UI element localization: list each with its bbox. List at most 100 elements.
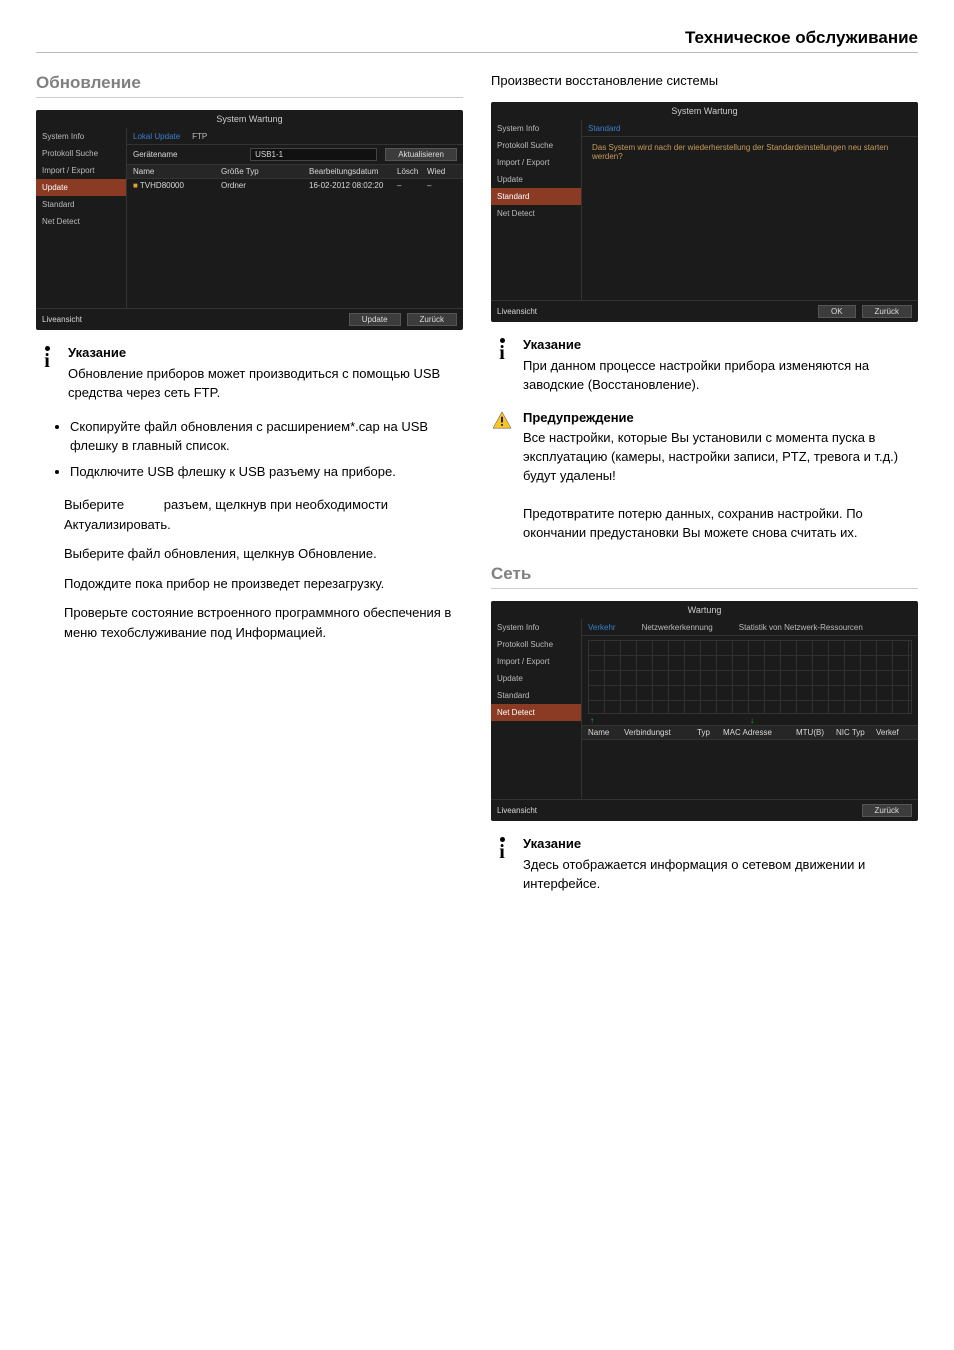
traffic-chart	[588, 640, 912, 714]
shot-title: System Wartung	[491, 102, 918, 120]
info-icon: i	[499, 837, 505, 861]
th: Bearbeitungsdatum	[309, 167, 397, 176]
nav-item[interactable]: Standard	[491, 188, 581, 205]
nav-item[interactable]: System Info	[491, 120, 581, 137]
back-button[interactable]: Zurück	[862, 305, 912, 318]
paragraph: Подождите пока прибор не произведет пере…	[36, 574, 463, 594]
shot-title: Wartung	[491, 601, 918, 619]
left-column: Обновление System Wartung System Info Pr…	[36, 73, 463, 908]
liveview-link[interactable]: Liveansicht	[497, 806, 537, 815]
update-button[interactable]: Update	[349, 313, 401, 326]
note-body: Обновление приборов может производиться …	[68, 366, 440, 400]
nav-item[interactable]: Standard	[491, 687, 581, 704]
list-item: Скопируйте файл обновления с расширением…	[70, 417, 463, 456]
bullet-list: Скопируйте файл обновления с расширением…	[36, 417, 463, 482]
shot-title: System Wartung	[36, 110, 463, 128]
nav-item[interactable]: Update	[491, 171, 581, 188]
table-header: Name Verbindungst Typ MAC Adresse MTU(B)…	[582, 725, 918, 740]
cell: TVHD80000	[140, 181, 184, 190]
shot-nav: System Info Protokoll Suche Import / Exp…	[491, 619, 582, 799]
info-icon: i	[44, 346, 50, 370]
screenshot-network: Wartung System Info Protokoll Suche Impo…	[491, 601, 918, 821]
table-header: Name Größe Typ Bearbeitungsdatum Lösch W…	[127, 164, 463, 179]
cell: 16-02-2012 08:02:20	[309, 181, 397, 190]
warning-block: Предупреждение Все настройки, которые Вы…	[491, 409, 918, 543]
nav-item[interactable]: Protokoll Suche	[36, 145, 126, 162]
tab-standard[interactable]: Standard	[588, 124, 620, 133]
nav-item[interactable]: System Info	[36, 128, 126, 145]
nav-item[interactable]: Update	[491, 670, 581, 687]
screenshot-standard: System Wartung System Info Protokoll Suc…	[491, 102, 918, 322]
shot-nav: System Info Protokoll Suche Import / Exp…	[491, 120, 582, 300]
confirm-message: Das System wird nach der wiederherstellu…	[592, 143, 908, 161]
tab-ftp[interactable]: FTP	[192, 132, 207, 141]
device-dropdown[interactable]: USB1-1	[250, 148, 377, 161]
note-block: i Указание Обновление приборов может про…	[36, 344, 463, 403]
refresh-button[interactable]: Aktualisieren	[385, 148, 457, 161]
nav-item[interactable]: Import / Export	[491, 653, 581, 670]
paragraph: Проверьте состояние встроенного программ…	[36, 603, 463, 642]
cell: –	[427, 181, 457, 190]
nav-item[interactable]: Net Detect	[36, 213, 126, 230]
intro-text: Произвести восстановление системы	[491, 73, 918, 88]
nav-item[interactable]: Net Detect	[491, 205, 581, 222]
nav-item[interactable]: Standard	[36, 196, 126, 213]
nav-item[interactable]: Import / Export	[491, 154, 581, 171]
liveview-link[interactable]: Liveansicht	[42, 315, 82, 324]
paragraph: Выберите файл обновления, щелкнув Обновл…	[36, 544, 463, 564]
nav-item[interactable]: System Info	[491, 619, 581, 636]
th: Verkef	[876, 728, 912, 737]
note-title: Указание	[523, 835, 918, 854]
back-button[interactable]: Zurück	[407, 313, 457, 326]
th: MTU(B)	[796, 728, 836, 737]
note-body: Здесь отображается информация о сетевом …	[523, 857, 865, 891]
tab-resources[interactable]: Statistik von Netzwerk-Ressourcen	[739, 623, 863, 632]
nav-item[interactable]: Protokoll Suche	[491, 137, 581, 154]
nav-item[interactable]: Import / Export	[36, 162, 126, 179]
th: Typ	[697, 728, 723, 737]
warning-body-2: Предотвратите потерю данных, сохранив на…	[523, 506, 863, 540]
device-label: Gerätename	[133, 150, 250, 159]
warning-body: Все настройки, которые Вы установили с м…	[523, 430, 898, 483]
th: Verbindungst	[624, 728, 697, 737]
info-icon: i	[499, 338, 505, 362]
screenshot-update: System Wartung System Info Protokoll Suc…	[36, 110, 463, 330]
table-row[interactable]: ■ TVHD80000 Ordner 16-02-2012 08:02:20 –…	[127, 179, 463, 192]
nav-item[interactable]: Update	[36, 179, 126, 196]
right-column: Произвести восстановление системы System…	[491, 73, 918, 908]
section-network: Сеть	[491, 564, 918, 589]
nav-item[interactable]: Net Detect	[491, 704, 581, 721]
th: Größe Typ	[221, 167, 309, 176]
cell: Ordner	[221, 181, 309, 190]
paragraph: Выберите разъем, щелкнув при необходимос…	[36, 495, 463, 534]
back-button[interactable]: Zurück	[862, 804, 912, 817]
tab-local-update[interactable]: Lokal Update	[133, 132, 180, 141]
ok-button[interactable]: OK	[818, 305, 856, 318]
th: NIC Typ	[836, 728, 876, 737]
note-block: i Указание Здесь отображается информация…	[491, 835, 918, 894]
folder-icon: ■	[133, 181, 140, 190]
note-body: При данном процессе настройки прибора из…	[523, 358, 869, 392]
tab-traffic[interactable]: Verkehr	[588, 623, 616, 632]
page-title: Техническое обслуживание	[36, 28, 918, 53]
list-item: Подключите USB флешку к USB разъему на п…	[70, 462, 463, 482]
tab-netdetect[interactable]: Netzwerkerkennung	[642, 623, 713, 632]
shot-nav: System Info Protokoll Suche Import / Exp…	[36, 128, 127, 308]
th: Lösch	[397, 167, 427, 176]
liveview-link[interactable]: Liveansicht	[497, 307, 537, 316]
th: MAC Adresse	[723, 728, 796, 737]
note-title: Указание	[68, 344, 463, 363]
th: Name	[588, 728, 624, 737]
note-block: i Указание При данном процессе настройки…	[491, 336, 918, 395]
nav-item[interactable]: Protokoll Suche	[491, 636, 581, 653]
chart-markers: ↑ ↓	[582, 716, 918, 725]
note-title: Указание	[523, 336, 918, 355]
section-update: Обновление	[36, 73, 463, 98]
download-icon: ↓	[750, 716, 754, 725]
th: Name	[133, 167, 221, 176]
upload-icon: ↑	[590, 716, 594, 725]
th: Wied	[427, 167, 457, 176]
cell: –	[397, 181, 427, 190]
warning-icon	[492, 411, 512, 429]
warning-title: Предупреждение	[523, 409, 918, 428]
